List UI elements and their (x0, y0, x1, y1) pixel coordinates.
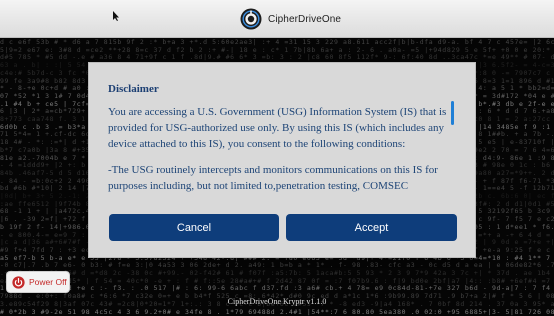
scrollbar-thumb[interactable] (451, 101, 454, 125)
disclaimer-dialog: Disclaimer You are accessing a U.S. Gove… (88, 62, 476, 258)
disclaimer-text[interactable]: You are accessing a U.S. Government (USG… (108, 104, 452, 196)
disclaimer-paragraph: -The USG routinely intercepts and monito… (108, 164, 438, 192)
disclaimer-paragraph: You are accessing a U.S. Government (USG… (108, 106, 447, 150)
power-off-button[interactable]: Power Off (6, 271, 70, 293)
version-label: CipherDriveOne Kryptr v1.1.0 (227, 297, 327, 306)
dialog-scrollbar[interactable] (451, 101, 455, 197)
accept-button[interactable]: Accept (286, 214, 457, 241)
matrix-row: # 0*2b 3 #9-2e 51 98 4c5c 4 3 6 9.2+0# e… (0, 307, 554, 316)
app-brand: CipherDriveOne (240, 8, 341, 30)
app-name: CipherDriveOne (268, 13, 342, 25)
power-icon (12, 275, 25, 289)
cancel-button[interactable]: Cancel (109, 214, 279, 241)
cipherdrive-logo-icon (240, 8, 262, 30)
top-bar: CipherDriveOne (0, 0, 554, 38)
mouse-cursor-icon (113, 11, 119, 21)
power-off-label: Power Off (29, 277, 67, 287)
dialog-title: Disclaimer (108, 83, 159, 95)
